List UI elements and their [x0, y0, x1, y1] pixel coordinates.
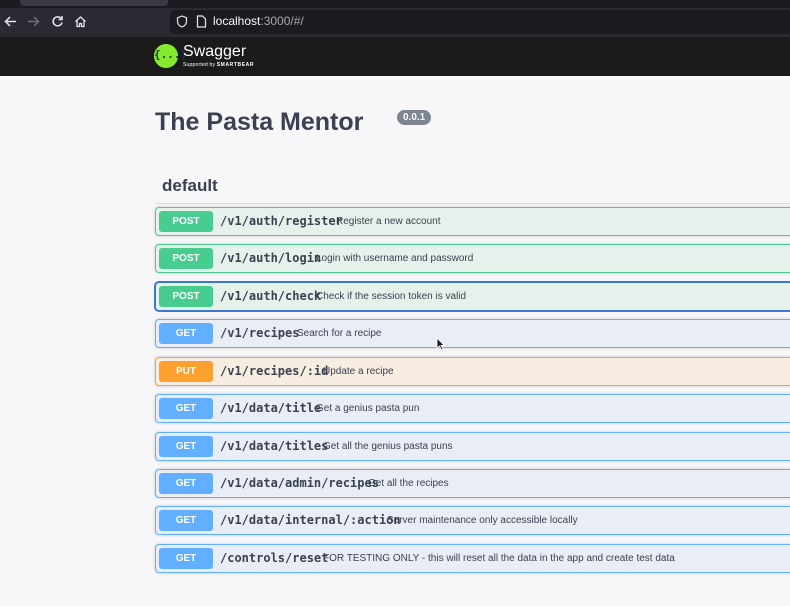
operation-summary: FOR TESTING ONLY - this will reset all t…	[323, 553, 675, 564]
address-bar[interactable]: localhost:3000/#/	[170, 10, 790, 34]
browser-tab[interactable]	[20, 0, 168, 6]
method-badge: PUT	[159, 361, 213, 382]
operation-get-controls-reset[interactable]: GET /controls/reset FOR TESTING ONLY - t…	[155, 544, 790, 573]
operation-path: /v1/auth/login	[220, 251, 322, 265]
method-badge: POST	[159, 248, 213, 269]
operation-summary: Register a new account	[336, 216, 441, 227]
url-text: localhost:3000/#/	[213, 14, 304, 28]
operation-path: /v1/data/admin/recipes	[220, 476, 379, 490]
operation-put-recipe[interactable]: PUT /v1/recipes/:id Update a recipe	[155, 357, 790, 386]
method-badge: GET	[159, 323, 213, 344]
url-path: :3000/#/	[260, 14, 304, 28]
operation-post-auth-login[interactable]: POST /v1/auth/login Login with username …	[155, 244, 790, 273]
operation-path: /v1/recipes/:id	[220, 364, 329, 378]
mouse-pointer-icon	[436, 337, 445, 351]
operation-path: /v1/data/titles	[220, 439, 329, 453]
version-badge: 0.0.1	[397, 110, 432, 125]
operation-path: /v1/auth/register	[220, 214, 343, 228]
api-title: The Pasta Mentor	[155, 108, 364, 136]
page-icon[interactable]	[196, 15, 207, 33]
tag-divider	[155, 203, 790, 204]
operation-post-auth-check[interactable]: POST /v1/auth/check Check if the session…	[155, 282, 790, 311]
operation-summary: Check if the session token is valid	[316, 291, 467, 302]
method-badge: GET	[159, 398, 213, 419]
operation-post-auth-register[interactable]: POST /v1/auth/register Register a new ac…	[155, 207, 790, 236]
operation-summary: Get all the genius pasta puns	[323, 441, 453, 452]
operation-path: /v1/data/internal/:action	[220, 513, 401, 527]
swagger-logo-text: Swagger	[183, 43, 247, 60]
operation-path: /controls/reset	[220, 551, 329, 565]
operation-summary: Get a genius pasta pun	[316, 403, 420, 414]
operation-get-recipes[interactable]: GET /v1/recipes Search for a recipe	[155, 319, 790, 348]
operation-get-internal-action[interactable]: GET /v1/data/internal/:action Server mai…	[155, 506, 790, 535]
supported-by-text: Supported by SMARTBEAR	[183, 62, 255, 68]
operation-path: /v1/data/title	[220, 401, 322, 415]
operation-path: /v1/auth/check	[220, 289, 322, 303]
browser-tab-strip	[0, 0, 790, 8]
method-badge: GET	[159, 510, 213, 531]
forward-arrow-icon[interactable]	[23, 12, 43, 32]
reload-icon[interactable]	[47, 12, 67, 32]
method-badge: GET	[159, 548, 213, 569]
swagger-ui-content: The Pasta Mentor 0.0.1 default POST /v1/…	[0, 76, 790, 606]
shield-icon[interactable]	[176, 15, 188, 33]
operation-summary: Search for a recipe	[297, 328, 382, 339]
method-badge: POST	[159, 286, 213, 307]
method-badge: GET	[159, 436, 213, 457]
operation-summary: Server maintenance only accessible local…	[387, 515, 578, 526]
home-icon[interactable]	[70, 12, 90, 32]
browser-toolbar: localhost:3000/#/	[0, 8, 790, 37]
swagger-topbar: {...} Swagger Supported by SMARTBEAR	[0, 37, 790, 76]
operation-get-data-titles[interactable]: GET /v1/data/titles Get all the genius p…	[155, 432, 790, 461]
operation-summary: Update a recipe	[323, 366, 394, 377]
operation-path: /v1/recipes	[220, 326, 300, 340]
operation-summary: Login with username and password	[316, 253, 474, 264]
url-host: localhost	[213, 14, 261, 28]
operation-summary: Get all the recipes	[368, 478, 449, 489]
method-badge: POST	[159, 211, 213, 232]
tag-heading-default[interactable]: default	[162, 176, 218, 196]
swagger-logo-icon: {...}	[154, 44, 187, 68]
method-badge: GET	[159, 473, 213, 494]
operation-get-admin-recipes[interactable]: GET /v1/data/admin/recipes Get all the r…	[155, 469, 790, 498]
back-arrow-icon[interactable]	[0, 12, 20, 32]
operation-get-data-title[interactable]: GET /v1/data/title Get a genius pasta pu…	[155, 394, 790, 423]
